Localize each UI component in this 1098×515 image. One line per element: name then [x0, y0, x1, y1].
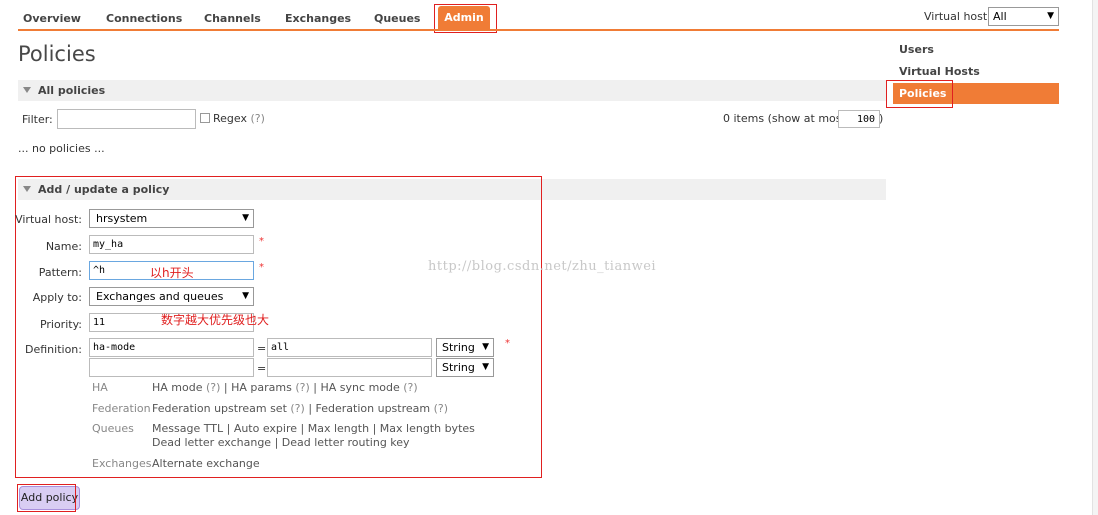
help-separator: | — [274, 436, 279, 449]
sidebar-item-virtual-hosts[interactable]: Virtual Hosts — [899, 65, 980, 78]
help-question-link[interactable]: (?) — [290, 402, 304, 415]
chevron-down-icon: ▼ — [1047, 11, 1054, 21]
help-dlrk-link[interactable]: Dead letter routing key — [282, 436, 410, 449]
help-auto-expire-link[interactable]: Auto expire — [234, 422, 297, 435]
all-policies-header[interactable]: All policies — [18, 80, 886, 101]
definition-equals-1: = — [257, 342, 267, 355]
chevron-down-icon: ▼ — [242, 213, 249, 223]
apply-to-label: Apply to: — [32, 291, 82, 304]
scrollbar[interactable] — [1092, 0, 1098, 515]
required-marker: * — [505, 338, 510, 349]
help-separator: | — [313, 381, 318, 394]
chevron-down-icon: ▼ — [242, 291, 249, 301]
no-policies-text: ... no policies ... — [18, 142, 105, 155]
help-dlx-link[interactable]: Dead letter exchange — [152, 436, 271, 449]
definition-key-input-1[interactable]: ha-mode — [89, 338, 254, 357]
regex-checkbox[interactable] — [200, 113, 210, 123]
definition-value-input-1[interactable]: all — [267, 338, 432, 357]
help-ha-sync-link[interactable]: HA sync mode — [321, 381, 400, 394]
required-marker: * — [259, 262, 264, 273]
definition-key-input-2[interactable] — [89, 358, 254, 377]
priority-label: Priority: — [39, 318, 82, 331]
definition-type-value-1: String — [442, 341, 475, 354]
help-max-bytes-link[interactable]: Max length bytes — [380, 422, 475, 435]
vhost-top-label: Virtual host: — [924, 10, 991, 23]
items-count-close: ) — [879, 112, 884, 125]
regex-label: Regex (?) — [213, 112, 265, 125]
apply-to-select[interactable]: Exchanges and queues ▼ — [89, 287, 254, 306]
help-separator: | — [226, 422, 231, 435]
definition-value-input-2[interactable] — [267, 358, 432, 377]
help-separator: | — [372, 422, 377, 435]
help-question-link[interactable]: (?) — [403, 381, 417, 394]
help-row-queues-1: Message TTL | Auto expire | Max length |… — [152, 422, 475, 435]
definition-type-value-2: String — [442, 361, 475, 374]
items-count-text: 0 items (show at most — [723, 112, 846, 125]
apply-to-value: Exchanges and queues — [96, 290, 224, 303]
sidebar-item-users[interactable]: Users — [899, 43, 934, 56]
filter-label: Filter: — [22, 113, 53, 126]
policies-highlight-box — [886, 80, 953, 108]
vhost-value: hrsystem — [96, 212, 148, 225]
help-row-ha: HA mode (?) | HA params (?) | HA sync mo… — [152, 381, 418, 394]
help-alt-exchange-link[interactable]: Alternate exchange — [152, 457, 260, 470]
help-separator: | — [308, 402, 313, 415]
required-marker: * — [259, 236, 264, 247]
button-highlight-box — [17, 484, 76, 512]
nav-underline — [18, 29, 1059, 31]
help-ha-mode-link[interactable]: HA mode — [152, 381, 203, 394]
definition-type-select-2[interactable]: String ▼ — [436, 358, 494, 377]
pattern-annotation: 以h开头 — [150, 266, 194, 280]
help-row-exchanges: Alternate exchange — [152, 457, 260, 470]
definition-type-select-1[interactable]: String ▼ — [436, 338, 494, 357]
chevron-down-icon: ▼ — [482, 342, 489, 352]
page-title: Policies — [18, 42, 96, 66]
help-fed-set-link[interactable]: Federation upstream set — [152, 402, 287, 415]
vhost-top-select[interactable]: All ▼ — [988, 7, 1059, 26]
definition-label: Definition: — [25, 343, 82, 356]
watermark: http://blog.csdn.net/zhu_tianwei — [428, 259, 657, 274]
priority-annotation: 数字越大优先级也大 — [161, 313, 270, 327]
help-question-link[interactable]: (?) — [295, 381, 309, 394]
definition-equals-2: = — [257, 362, 267, 375]
help-fed-upstream-link[interactable]: Federation upstream — [316, 402, 431, 415]
regex-text: Regex — [213, 112, 247, 125]
help-row-queues-2: Dead letter exchange | Dead letter routi… — [152, 436, 410, 449]
nav-overview[interactable]: Overview — [23, 12, 81, 25]
nav-channels[interactable]: Channels — [204, 12, 261, 25]
help-category-ha: HA — [92, 381, 108, 394]
all-policies-title: All policies — [38, 84, 106, 97]
nav-exchanges[interactable]: Exchanges — [285, 12, 351, 25]
vhost-top-value: All — [993, 10, 1007, 23]
name-label: Name: — [45, 240, 82, 253]
help-ttl-link[interactable]: Message TTL — [152, 422, 223, 435]
help-max-length-link[interactable]: Max length — [308, 422, 369, 435]
help-ha-params-link[interactable]: HA params — [231, 381, 292, 394]
help-question-link[interactable]: (?) — [206, 381, 220, 394]
chevron-down-icon: ▼ — [482, 362, 489, 372]
show-max-input[interactable]: 100 — [838, 110, 880, 128]
pattern-label: Pattern: — [38, 266, 82, 279]
nav-queues[interactable]: Queues — [374, 12, 420, 25]
help-separator: | — [300, 422, 305, 435]
filter-input[interactable] — [57, 109, 196, 129]
help-question-link[interactable]: (?) — [434, 402, 448, 415]
nav-connections[interactable]: Connections — [106, 12, 182, 25]
vhost-label: Virtual host: — [15, 213, 82, 226]
help-category-queues: Queues — [92, 422, 134, 435]
collapse-triangle-icon — [23, 87, 31, 93]
name-input[interactable]: my_ha — [89, 235, 254, 254]
help-separator: | — [223, 381, 228, 394]
regex-help-link[interactable]: (?) — [250, 112, 264, 125]
help-row-federation: Federation upstream set (?) | Federation… — [152, 402, 448, 415]
help-category-exchanges: Exchanges — [92, 457, 152, 470]
vhost-select[interactable]: hrsystem ▼ — [89, 209, 254, 228]
help-category-federation: Federation — [92, 402, 151, 415]
